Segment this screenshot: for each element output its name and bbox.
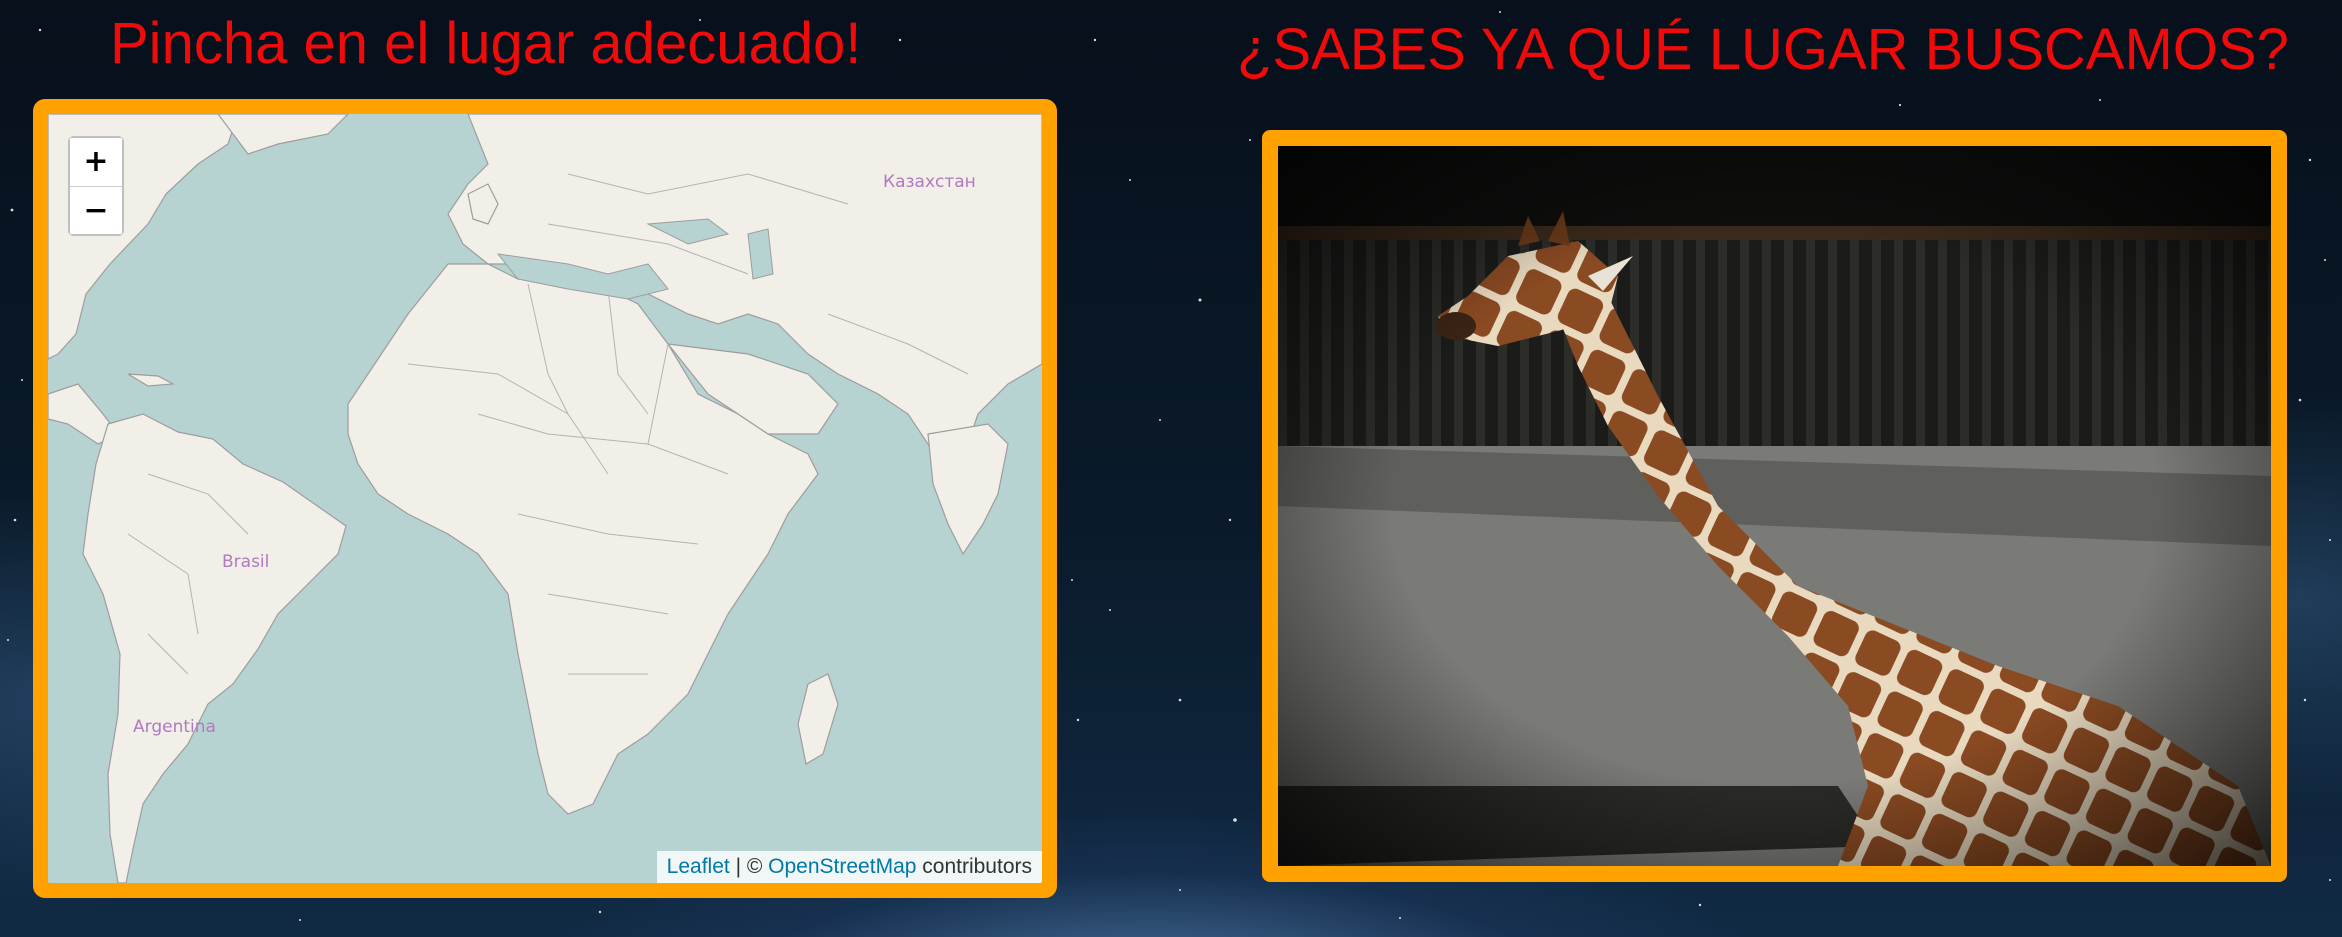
leaflet-link[interactable]: Leaflet — [667, 855, 730, 878]
map-label-kazakhstan: Казахстан — [883, 172, 976, 192]
attribution-separator: | © — [735, 855, 763, 878]
photo-panel-title: ¿SABES YA QUÉ LUGAR BUSCAMOS? — [1237, 17, 2289, 82]
giraffe-image — [1278, 146, 2271, 866]
clue-photo — [1278, 146, 2271, 866]
map-tiles — [48, 114, 1042, 883]
photo-frame — [1262, 130, 2287, 882]
map-frame: + − Казахстан Brasil Argentina Leaflet |… — [33, 99, 1057, 898]
map-label-argentina: Argentina — [133, 717, 216, 737]
openstreetmap-link[interactable]: OpenStreetMap — [768, 855, 916, 878]
map-label-brazil: Brasil — [222, 552, 270, 572]
zoom-out-button[interactable]: − — [70, 186, 122, 234]
map-panel-title: Pincha en el lugar adecuado! — [110, 11, 862, 76]
zoom-control: + − — [68, 136, 124, 236]
world-map[interactable]: + − Казахстан Brasil Argentina Leaflet |… — [48, 114, 1042, 883]
zoom-in-button[interactable]: + — [70, 138, 122, 186]
map-attribution: Leaflet | © OpenStreetMap contributors — [656, 851, 1042, 883]
attribution-contributors: contributors — [922, 855, 1032, 878]
